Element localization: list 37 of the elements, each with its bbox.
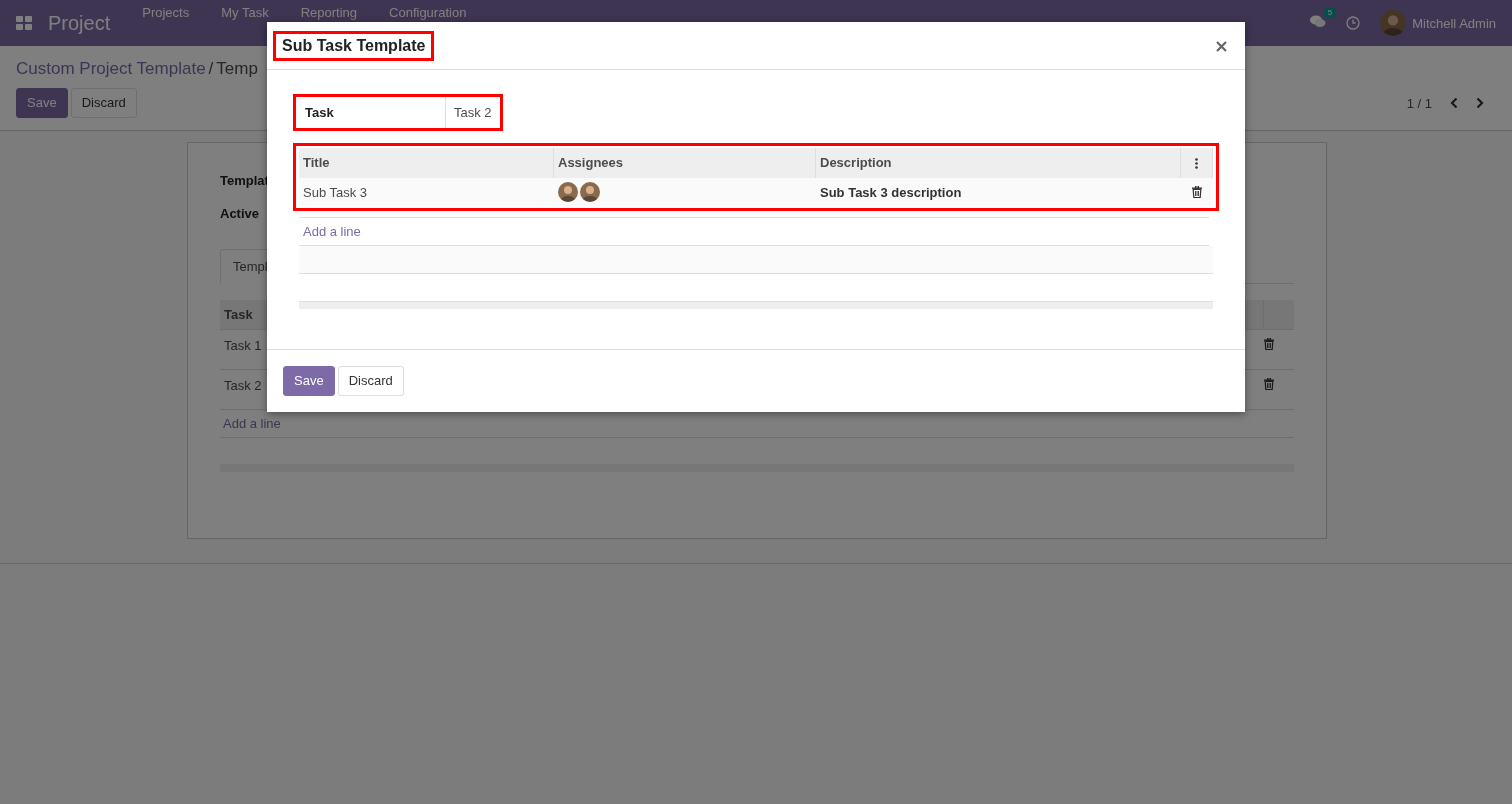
dialog-title: Sub Task Template [281,36,427,54]
breadcrumb-link[interactable]: Custom Project Template [16,59,206,79]
next-icon[interactable] [1476,97,1484,109]
field-label: Active [220,206,261,223]
trash-icon[interactable] [1192,186,1202,198]
save-button[interactable]: Save [283,366,335,396]
table-cell: Task 2 [224,378,262,393]
column-header: Task [223,306,254,324]
menu-item[interactable]: Reporting [284,5,374,20]
add-line-link[interactable]: Add a line [223,416,281,431]
field-value: Task 2 [453,104,493,122]
previous-icon[interactable] [1450,97,1458,109]
avatar-icon [1380,10,1407,36]
avatar-icon [580,182,600,202]
table-cell: Task 1 [224,338,262,353]
app-name[interactable]: Project [48,11,111,35]
apps-menu-icon[interactable] [16,16,32,30]
field-label: Task [296,97,446,128]
breadcrumb-current: Temp [216,59,258,79]
save-button[interactable]: Save [16,88,68,118]
message-count-badge: 5 [1323,6,1337,18]
table-cell-text: Sub Task 3 [302,184,369,200]
field-label: Templat [220,173,268,190]
clock-icon[interactable] [1346,16,1361,30]
menu-item[interactable]: Projects [126,5,206,20]
breadcrumb-separator: / [208,59,214,79]
pager-value: 1 / 1 [1406,95,1432,111]
table-cell-text: Sub Task 3 description [819,184,963,200]
menu-item[interactable]: My Task [205,5,285,20]
add-line-link[interactable]: Add a line [303,224,361,239]
avatar-icon [558,182,578,202]
discard-button[interactable]: Discard [337,366,404,396]
user-name[interactable]: Mitchell Admin [1412,15,1496,31]
discard-button[interactable]: Discard [70,88,137,118]
chat-icon[interactable] [1310,14,1327,29]
more-options-icon[interactable] [1195,157,1198,169]
menu-item[interactable]: Configuration [373,5,483,20]
